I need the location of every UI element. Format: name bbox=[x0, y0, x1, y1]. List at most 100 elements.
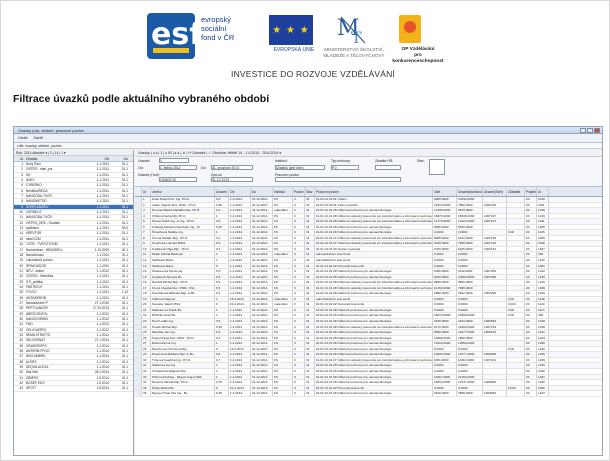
filter-zpa-input[interactable]: 31.12.2013 bbox=[211, 177, 253, 182]
table-cell: FS bbox=[273, 280, 293, 285]
row-selector[interactable] bbox=[135, 352, 142, 357]
close-form-button[interactable]: Zavřít bbox=[34, 136, 44, 140]
filter-do-input[interactable]: 31. prosince 2014 bbox=[211, 165, 253, 170]
table-cell: 1.4.2014 bbox=[229, 357, 251, 363]
row-selector[interactable] bbox=[135, 319, 142, 324]
left-nav[interactable]: Aktuální ▾ | 3 | 14 | 1 ▾ bbox=[32, 151, 65, 155]
left-col-id[interactable]: Id bbox=[14, 156, 24, 161]
row-selector[interactable] bbox=[135, 296, 142, 302]
row-selector[interactable] bbox=[135, 346, 142, 352]
row-selector[interactable] bbox=[135, 258, 142, 263]
row-selector[interactable] bbox=[135, 391, 142, 396]
row-selector[interactable] bbox=[135, 235, 142, 241]
year-select[interactable]: 2014 bbox=[24, 151, 32, 155]
filter-stav-list[interactable] bbox=[429, 159, 445, 175]
filter-hod-input[interactable]: 100402,00 bbox=[159, 177, 197, 182]
close-button[interactable] bbox=[594, 128, 600, 133]
table-cell bbox=[507, 352, 525, 357]
row-selector[interactable] bbox=[135, 330, 142, 335]
row-selector[interactable] bbox=[135, 307, 142, 313]
grid-column-header[interactable]: Pozice bbox=[293, 187, 305, 196]
row-selector[interactable] bbox=[135, 324, 142, 330]
left-col-from[interactable]: Od bbox=[84, 156, 110, 161]
filter-pozice-select[interactable] bbox=[275, 177, 401, 182]
table-row[interactable]: 36 Nguyen Hoai Viet Ing., Bc. 0,25 1.4.2014… bbox=[135, 391, 602, 397]
table-cell: 6 bbox=[142, 224, 151, 230]
grid-column-header[interactable]: Projekt bbox=[525, 187, 537, 196]
row-selector[interactable] bbox=[135, 380, 142, 385]
filter-od-input[interactable]: 1. ledna 2014 bbox=[159, 165, 197, 170]
row-selector[interactable] bbox=[135, 368, 142, 374]
filter-zkratka-input[interactable] bbox=[375, 165, 401, 170]
maximize-button[interactable] bbox=[587, 128, 593, 133]
row-selector[interactable] bbox=[135, 274, 142, 280]
row-selector[interactable] bbox=[135, 208, 142, 213]
table-cell bbox=[507, 380, 525, 385]
table-cell: FS bbox=[273, 363, 293, 368]
table-cell: 31 bbox=[305, 246, 315, 252]
table-cell: FS bbox=[273, 307, 293, 313]
grid-column-header[interactable]: Od bbox=[229, 187, 251, 196]
row-selector[interactable] bbox=[135, 224, 142, 230]
table-cell: 8 bbox=[142, 235, 151, 241]
row-selector[interactable] bbox=[135, 252, 142, 258]
save-button[interactable]: Uložit bbox=[18, 136, 28, 140]
row-selector[interactable] bbox=[135, 197, 142, 202]
left-list-row[interactable]: 43 SPOTT 1.5.2014 31.1 bbox=[14, 386, 133, 392]
row-selector[interactable] bbox=[135, 385, 142, 391]
grid-column-header[interactable]: Úvazek(Tarif) bbox=[483, 187, 507, 196]
table-cell bbox=[483, 341, 507, 346]
left-cell: 25 bbox=[19, 290, 23, 295]
grid-column-header[interactable]: Do bbox=[251, 187, 273, 196]
minimize-button[interactable] bbox=[580, 128, 586, 133]
row-selector[interactable] bbox=[135, 213, 142, 219]
table-cell: 31 bbox=[305, 296, 315, 302]
left-col-to[interactable]: Do bbox=[110, 156, 130, 161]
grid-body: 1 Kolet Pavel Prof. Ing. Ph.D. 0,6 1.4.2014… bbox=[135, 197, 602, 397]
table-cell: 1.4.2014 bbox=[229, 252, 251, 258]
table-cell: 1180 bbox=[537, 385, 549, 391]
table-cell: 14770,0000 bbox=[433, 219, 457, 224]
table-cell: 1007052 bbox=[483, 269, 507, 274]
row-selector[interactable] bbox=[135, 363, 142, 368]
left-col-abbr[interactable]: Zkratka bbox=[24, 156, 84, 161]
row-selector[interactable] bbox=[135, 341, 142, 346]
grid-column-header[interactable]: Zůstatek bbox=[507, 187, 525, 196]
table-cell: 1209 bbox=[537, 357, 549, 363]
row-selector[interactable] bbox=[135, 313, 142, 319]
table-cell: 1.4.2014 bbox=[229, 197, 251, 202]
table-cell: 1113 bbox=[537, 307, 549, 313]
grid-column-header[interactable]: Jméno bbox=[151, 187, 215, 196]
row-selector[interactable] bbox=[135, 302, 142, 307]
grid-column-header[interactable]: Tarif bbox=[433, 187, 457, 196]
row-selector[interactable] bbox=[135, 280, 142, 285]
grid-column-header[interactable]: Id bbox=[537, 187, 549, 196]
row-selector[interactable] bbox=[135, 285, 142, 291]
row-selector[interactable] bbox=[135, 269, 142, 274]
row-selector[interactable] bbox=[135, 219, 142, 224]
row-selector[interactable] bbox=[135, 263, 142, 269]
row-selector[interactable] bbox=[135, 291, 142, 296]
grid-column-header[interactable]: Úvazek(hodinová) bbox=[457, 187, 483, 196]
grid-toolbar[interactable]: Úvazky | ◂ ◂ | 1 | z 92 | ▸ ▸ | ✕ | ⟳ Zo… bbox=[135, 150, 602, 157]
row-selector[interactable] bbox=[135, 246, 142, 252]
grid-column-header[interactable]: Pracovní pozice bbox=[315, 187, 433, 196]
filter-uvazek-input[interactable]: 1 bbox=[159, 158, 189, 163]
filter-instituce-select[interactable]: Úřadník (jiné člen) bbox=[275, 165, 325, 170]
row-selector[interactable] bbox=[135, 374, 142, 380]
grid-column-header[interactable]: Institucí bbox=[273, 187, 293, 196]
filter-typ-select[interactable]: P.0 bbox=[331, 165, 359, 170]
table-cell: 2060,0000 bbox=[433, 269, 457, 274]
grid-column-header[interactable]: Úvazek bbox=[215, 187, 229, 196]
grid-column-header[interactable]: Stav bbox=[305, 187, 315, 196]
table-cell: 31.12.2014 bbox=[251, 274, 273, 280]
table-cell: 1 bbox=[215, 374, 229, 380]
row-selector[interactable] bbox=[135, 241, 142, 246]
row-selector[interactable] bbox=[135, 230, 142, 235]
row-selector[interactable] bbox=[135, 335, 142, 341]
row-selector[interactable] bbox=[135, 357, 142, 363]
table-cell: 6212,0000 bbox=[457, 235, 483, 241]
row-selector[interactable] bbox=[135, 202, 142, 208]
left-cell: CYBERKO bbox=[26, 183, 42, 188]
grid-column-header[interactable]: Id bbox=[142, 187, 151, 196]
